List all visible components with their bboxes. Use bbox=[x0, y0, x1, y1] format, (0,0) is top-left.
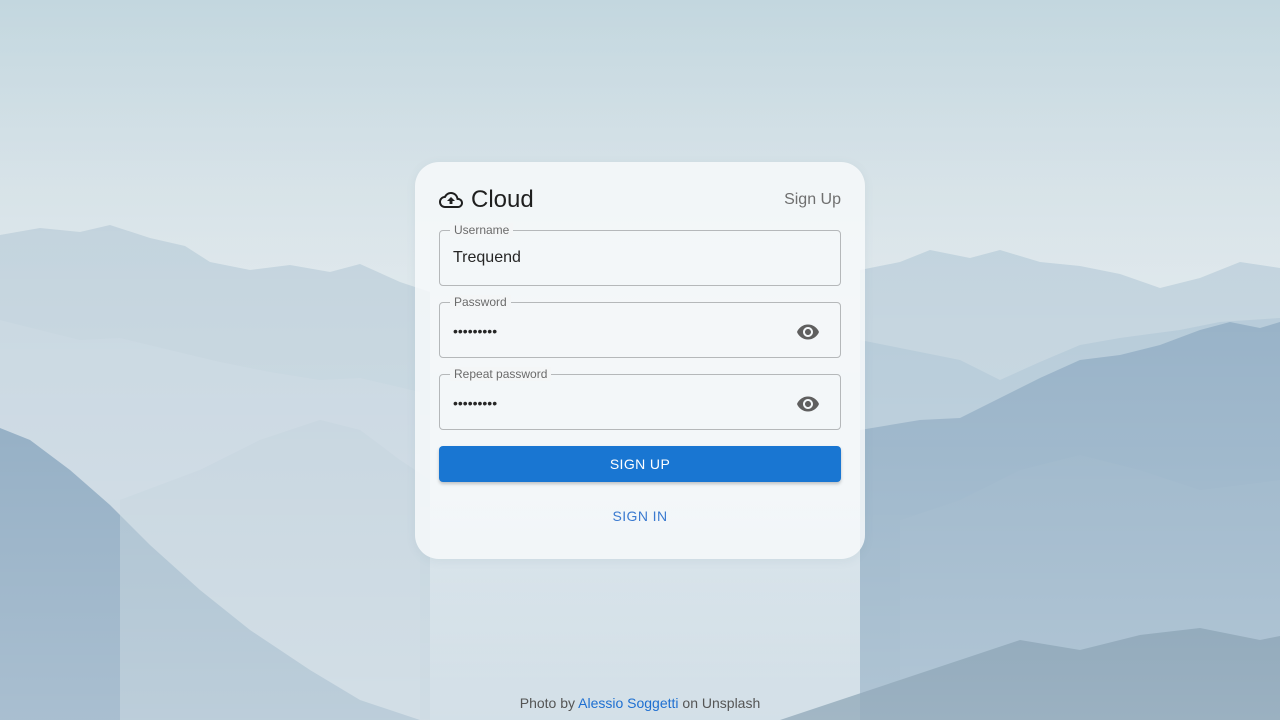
repeat-password-field[interactable]: Repeat password ••••••••• bbox=[439, 367, 841, 430]
username-value[interactable]: Trequend bbox=[453, 248, 521, 268]
sign-up-button[interactable]: SIGN UP bbox=[439, 446, 841, 482]
password-value[interactable]: ••••••••• bbox=[453, 321, 497, 341]
brand: Cloud bbox=[439, 184, 534, 216]
username-field[interactable]: Username Trequend bbox=[439, 223, 841, 286]
photo-credit: Photo by Alessio Soggetti on Unsplash bbox=[0, 694, 1280, 712]
signup-card: Cloud Sign Up Username Trequend Password… bbox=[415, 162, 865, 559]
password-field[interactable]: Password ••••••••• bbox=[439, 295, 841, 358]
credit-prefix: Photo by bbox=[519, 695, 575, 711]
repeat-password-label: Repeat password bbox=[450, 367, 552, 381]
credit-suffix: on Unsplash bbox=[682, 695, 761, 711]
credit-author-link[interactable]: Alessio Soggetti bbox=[578, 695, 678, 711]
page-heading: Sign Up bbox=[784, 191, 841, 208]
app-title: Cloud bbox=[471, 186, 534, 213]
password-label: Password bbox=[450, 295, 511, 309]
username-label: Username bbox=[450, 223, 514, 237]
eye-icon[interactable] bbox=[796, 320, 820, 344]
repeat-password-value[interactable]: ••••••••• bbox=[453, 393, 497, 413]
card-header: Cloud Sign Up bbox=[439, 184, 841, 216]
eye-icon[interactable] bbox=[796, 392, 820, 416]
cloud-icon bbox=[439, 188, 463, 212]
sign-in-button[interactable]: SIGN IN bbox=[439, 498, 841, 534]
